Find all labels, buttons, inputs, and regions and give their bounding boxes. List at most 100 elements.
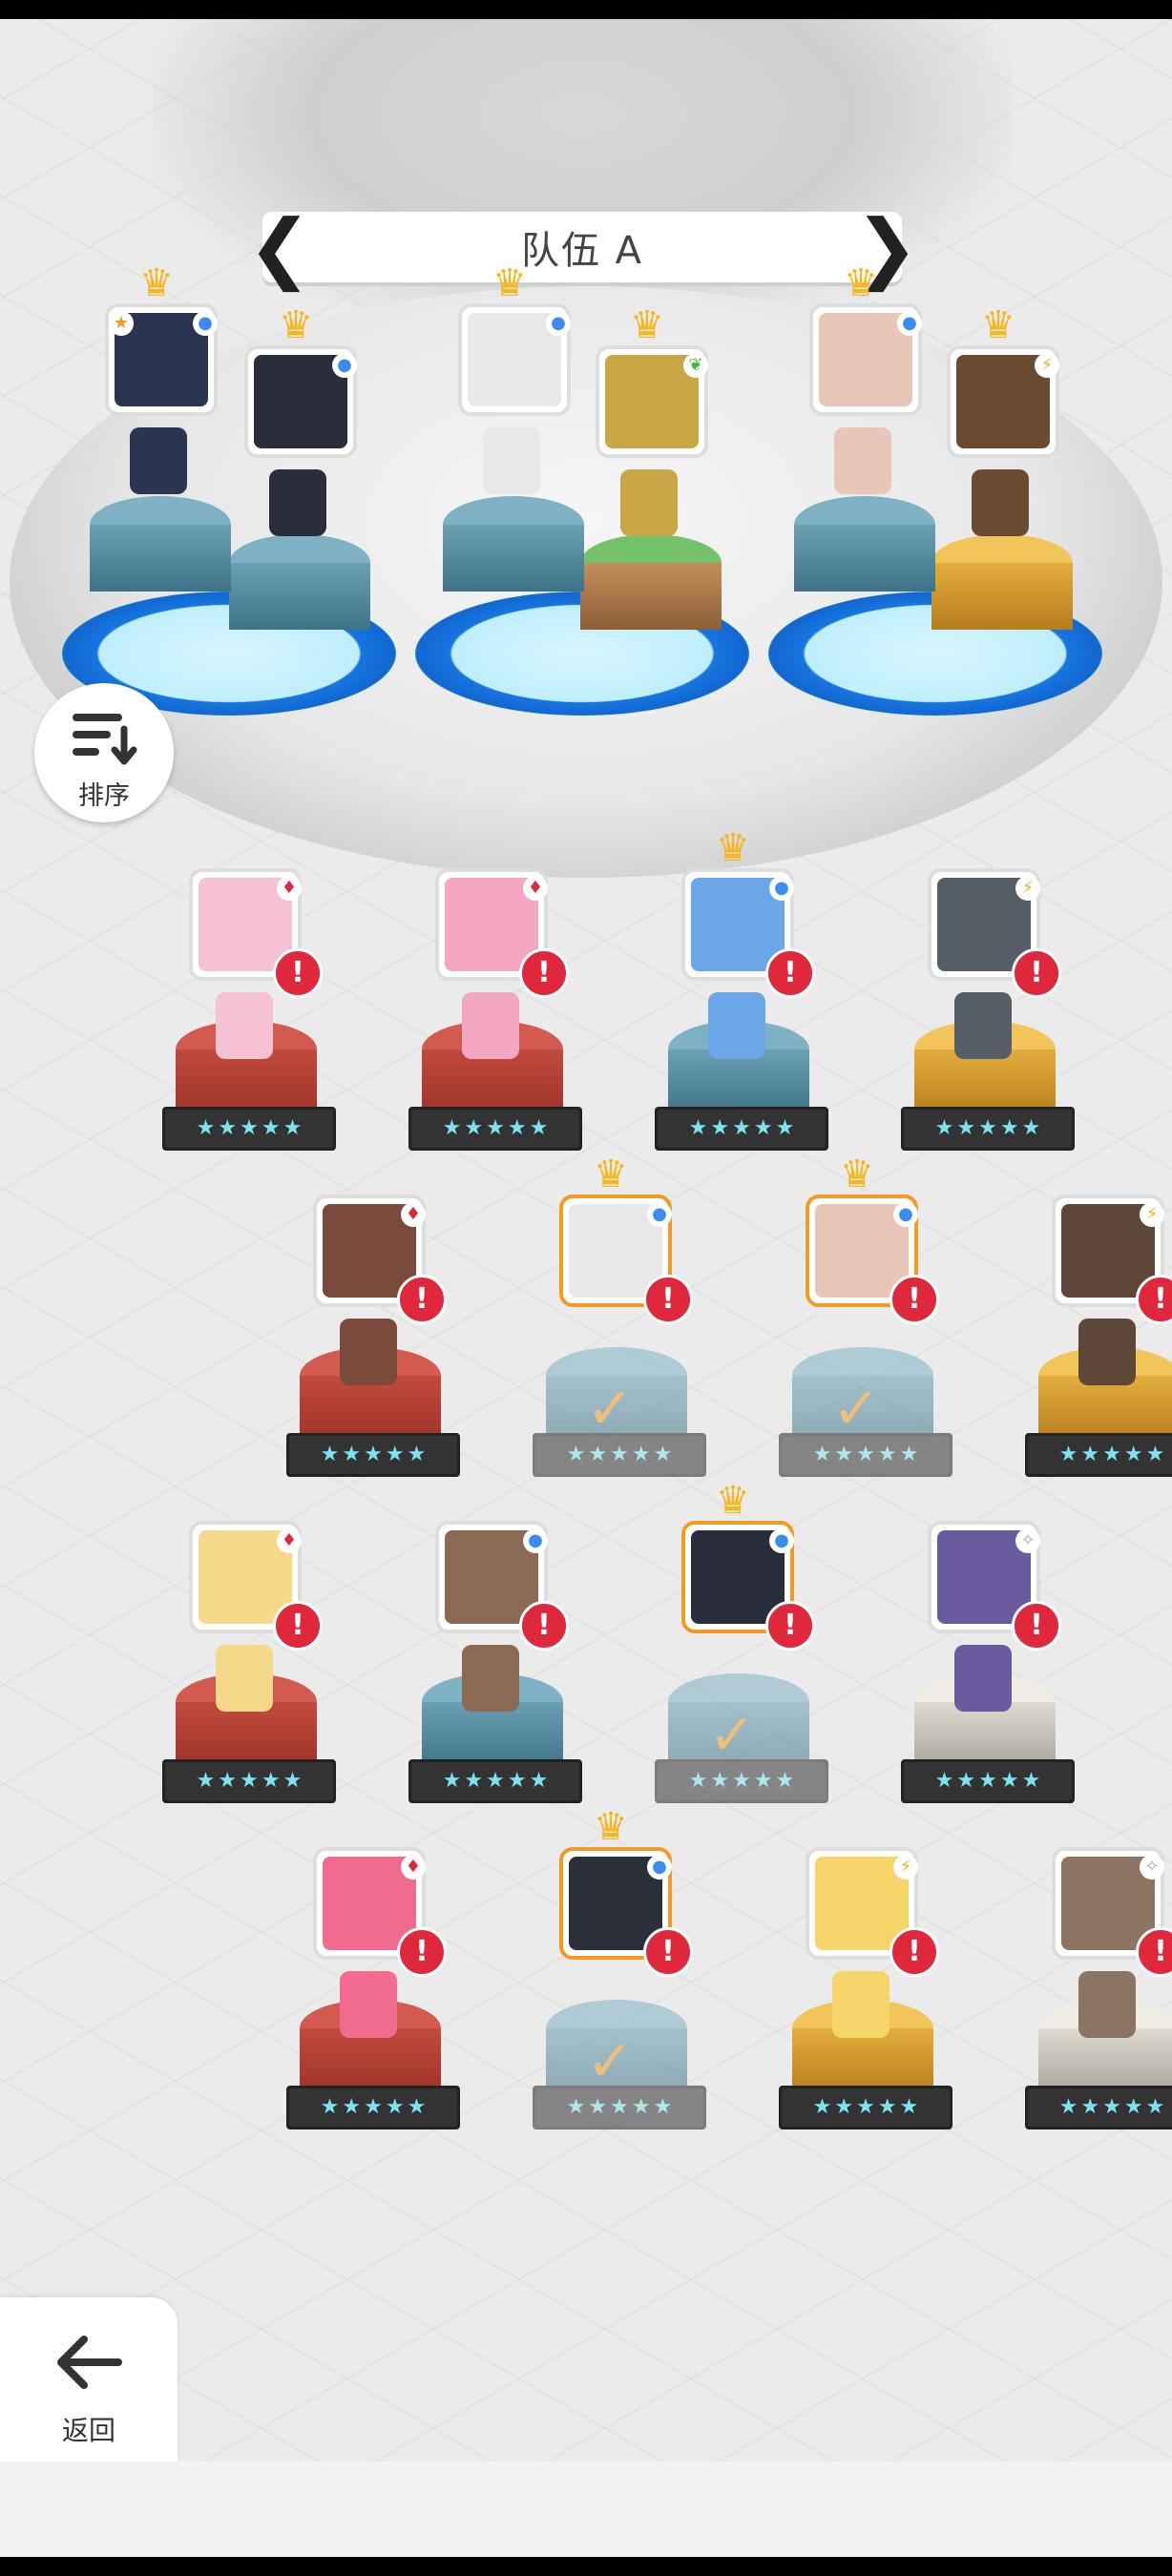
star-icon: ★ [631, 1443, 651, 1466]
team-name-banner: 队伍 A [262, 212, 902, 282]
star-icon: ★ [261, 1116, 281, 1140]
crown-icon: ♛ [630, 303, 664, 347]
back-button[interactable]: 返回 [0, 2297, 178, 2462]
star-rating: ★ ★ ★ ★ ★ [901, 1759, 1075, 1803]
water-element-icon: ● [893, 1202, 918, 1227]
water-element-icon: ● [193, 311, 218, 336]
star-icon: ★ [1021, 1116, 1041, 1140]
star-rating: ★ ★ ★ ★ ★ [162, 1759, 336, 1803]
alert-badge-icon: ! [765, 948, 815, 998]
crown-icon: ♛ [492, 261, 527, 305]
star-icon: ★ [732, 1769, 751, 1793]
star-rating: ★ ★ ★ ★ ★ [1025, 1433, 1172, 1477]
fire-element-icon: ♦ [401, 1855, 426, 1880]
water-element-icon: ● [523, 1528, 548, 1553]
star-icon: ★ [1021, 1769, 1041, 1793]
water-element-icon: ● [897, 311, 922, 336]
thunder-element-icon: ⚡ [893, 1855, 918, 1880]
star-icon: ★ [688, 1116, 708, 1140]
star-icon: ★ [856, 1443, 875, 1466]
crown-icon: ♛ [716, 826, 750, 870]
crown-icon: ♛ [279, 303, 313, 347]
star-icon: ★ [956, 1769, 976, 1793]
star-icon: ★ [1145, 2095, 1165, 2119]
star-icon: ★ [732, 1116, 751, 1140]
star-icon: ★ [320, 2095, 340, 2119]
pedestal-body [443, 525, 584, 592]
star-icon: ★ [196, 1769, 216, 1793]
sort-button[interactable]: 排序 [34, 683, 174, 822]
character-sprite [954, 992, 1012, 1059]
alert-badge-icon: ! [273, 948, 323, 998]
star-icon: ★ [507, 1769, 527, 1793]
star-icon: ★ [653, 1443, 673, 1466]
star-icon: ★ [999, 1769, 1019, 1793]
star-icon: ★ [442, 1116, 462, 1140]
star-icon: ★ [261, 1769, 281, 1793]
star-icon: ★ [320, 1443, 340, 1466]
star-rating: ★ ★ ★ ★ ★ [286, 2086, 460, 2129]
star-icon: ★ [688, 1769, 708, 1793]
crown-icon: ♛ [981, 303, 1015, 347]
thunder-element-icon: ⚡ [1015, 876, 1040, 901]
leader-star-icon: ★ [109, 311, 134, 336]
star-icon: ★ [610, 1443, 629, 1466]
star-icon: ★ [710, 1769, 730, 1793]
alert-badge-icon: ! [765, 1601, 815, 1651]
alert-badge-icon: ! [397, 1927, 447, 1977]
star-icon: ★ [856, 2095, 875, 2119]
star-icon: ★ [342, 1443, 362, 1466]
status-bar [0, 0, 1172, 19]
star-icon: ★ [1080, 1443, 1100, 1466]
star-rating: ★ ★ ★ ★ ★ [408, 1107, 582, 1151]
star-icon: ★ [775, 1769, 795, 1793]
fire-element-icon: ♦ [401, 1202, 426, 1227]
star-icon: ★ [407, 1443, 427, 1466]
star-icon: ★ [753, 1116, 773, 1140]
star-icon: ★ [1123, 2095, 1143, 2119]
star-rating: ★ ★ ★ ★ ★ [1025, 2086, 1172, 2129]
star-icon: ★ [610, 2095, 629, 2119]
star-icon: ★ [486, 1116, 505, 1140]
star-rating: ★ ★ ★ ★ ★ [779, 2086, 952, 2129]
star-icon: ★ [978, 1769, 997, 1793]
star-icon: ★ [1058, 2095, 1078, 2119]
star-icon: ★ [1080, 2095, 1100, 2119]
star-icon: ★ [1058, 1443, 1078, 1466]
water-element-icon: ● [332, 353, 357, 378]
star-icon: ★ [385, 2095, 405, 2119]
star-icon: ★ [753, 1769, 773, 1793]
bottom-panel [0, 2462, 1172, 2557]
star-icon: ★ [240, 1769, 259, 1793]
star-icon: ★ [407, 2095, 427, 2119]
star-icon: ★ [566, 2095, 586, 2119]
star-icon: ★ [877, 2095, 897, 2119]
star-rating: ★ ★ ★ ★ ★ [901, 1107, 1075, 1151]
character-sprite [462, 992, 519, 1059]
star-icon: ★ [899, 2095, 919, 2119]
crown-icon: ♛ [840, 1153, 874, 1196]
prev-team-arrow-icon[interactable]: ❮ [247, 202, 311, 292]
star-icon: ★ [710, 1116, 730, 1140]
selected-check-icon: ✓ [832, 1376, 881, 1443]
star-icon: ★ [464, 1116, 484, 1140]
character-sprite [130, 427, 187, 494]
star-icon: ★ [812, 2095, 832, 2119]
character-sprite [340, 1319, 397, 1385]
character-sprite [954, 1645, 1012, 1712]
alert-badge-icon: ! [643, 1927, 693, 1977]
back-arrow-icon [57, 2336, 122, 2389]
back-label: 返回 [61, 2415, 115, 2446]
leaf-element-icon: ❦ [683, 353, 708, 378]
star-icon: ★ [1102, 2095, 1121, 2119]
star-icon: ★ [956, 1116, 976, 1140]
team-title: 队伍 A [520, 229, 644, 273]
alert-badge-icon: ! [889, 1275, 939, 1324]
crown-icon: ♛ [594, 1805, 628, 1849]
character-sprite [1078, 1971, 1136, 2038]
star-icon: ★ [934, 1769, 954, 1793]
star-icon: ★ [566, 1443, 586, 1466]
crown-icon: ♛ [139, 261, 174, 305]
alert-badge-icon: ! [519, 1601, 569, 1651]
character-sprite [1078, 1319, 1136, 1385]
